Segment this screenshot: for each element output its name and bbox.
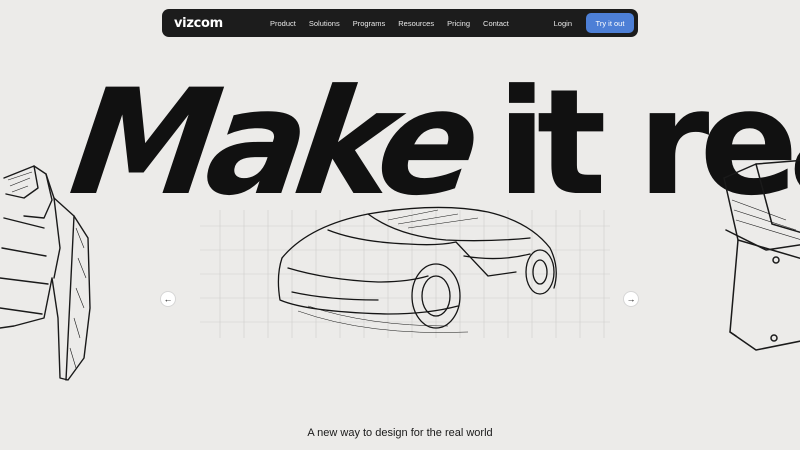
chair-sketch-illustration bbox=[723, 160, 800, 351]
nav-actions: Login Try it out bbox=[554, 13, 634, 33]
nav-links: Product Solutions Programs Resources Pri… bbox=[270, 19, 522, 28]
arrow-right-icon: → bbox=[626, 294, 636, 304]
nav-link-pricing[interactable]: Pricing bbox=[447, 19, 470, 28]
try-it-out-button[interactable]: Try it out bbox=[586, 13, 634, 33]
landing-page: vizcom Product Solutions Programs Resour… bbox=[0, 0, 800, 450]
jacket-sketch-illustration bbox=[0, 165, 91, 381]
arrow-left-icon: ← bbox=[163, 294, 173, 304]
top-navbar: vizcom Product Solutions Programs Resour… bbox=[162, 9, 638, 37]
carousel-prev-button[interactable]: ← bbox=[160, 291, 176, 307]
nav-link-contact[interactable]: Contact bbox=[483, 19, 509, 28]
nav-link-solutions[interactable]: Solutions bbox=[309, 19, 340, 28]
vizcom-logo[interactable]: vizcom bbox=[174, 16, 270, 31]
login-link[interactable]: Login bbox=[554, 19, 572, 28]
car-sketch-illustration bbox=[277, 206, 557, 333]
nav-link-resources[interactable]: Resources bbox=[398, 19, 434, 28]
hero-headline-make: Make bbox=[62, 58, 481, 228]
carousel-next-button[interactable]: → bbox=[623, 291, 639, 307]
nav-link-product[interactable]: Product bbox=[270, 19, 296, 28]
hero-tagline: A new way to design for the real world bbox=[307, 427, 493, 439]
nav-link-programs[interactable]: Programs bbox=[353, 19, 386, 28]
hero-headline: Makeit real bbox=[62, 58, 800, 228]
